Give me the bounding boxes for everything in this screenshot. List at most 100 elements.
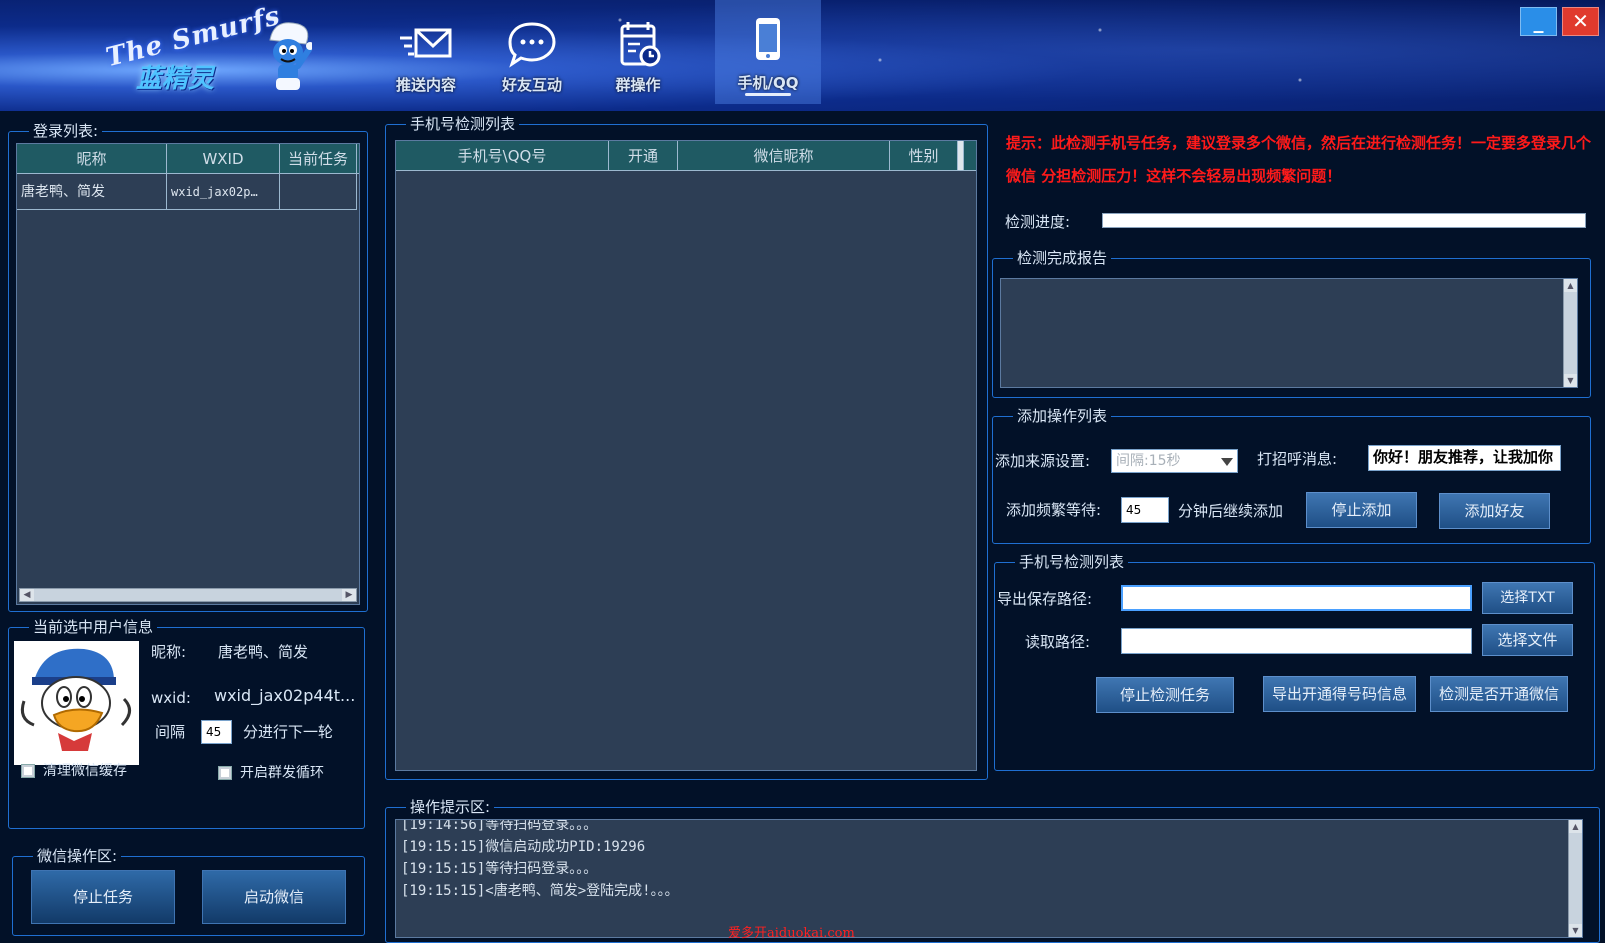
stop-task-button[interactable]: 停止任务 (31, 870, 175, 924)
group-loop-label: 开启群发循环 (240, 765, 324, 781)
tab-label: 群操作 (615, 76, 661, 94)
table-row[interactable]: 唐老鸭、简发 wxid_jax02p… (17, 174, 357, 210)
app-window: The Smurfs 蓝精灵 推送内容 好友互动 群操作 手机/QQ _ ✕ 登… (0, 0, 1605, 943)
log-textarea[interactable]: [19:14:56]等待扫码登录。。。 [19:15:15]微信启动成功PID:… (395, 819, 1583, 938)
log-line: [19:15:15]等待扫码登录。。。 (401, 861, 598, 877)
smartphone-icon (756, 18, 780, 60)
tab-group-operations[interactable]: 群操作 (585, 0, 691, 104)
brand-chinese: 蓝精灵 (136, 64, 215, 94)
export-path-label: 导出保存路径: (997, 590, 1093, 608)
minimize-button[interactable]: _ (1520, 7, 1557, 36)
stop-check-button[interactable]: 停止检测任务 (1096, 677, 1234, 713)
greet-input[interactable]: 你好！朋友推荐，让我加你 (1368, 445, 1561, 471)
current-user-group: 当前选中用户信息 昵称: 唐老鸭、简发 wxid: wxid_jax02p44t… (8, 617, 365, 829)
report-textarea[interactable]: ▲ ▼ (1000, 278, 1578, 388)
freq-suffix: 分钟后继续添加 (1178, 502, 1284, 520)
log-title: 操作提示区: (406, 797, 495, 817)
scroll-down-icon[interactable]: ▼ (1569, 924, 1582, 937)
app-logo: The Smurfs 蓝精灵 (100, 1, 330, 98)
report-group: 检测完成报告 ▲ ▼ (992, 248, 1591, 398)
phone-list-title: 手机号检测列表 (406, 114, 520, 134)
wxid-value: wxid_jax02p44t... (214, 686, 356, 705)
interval-label: 间隔 (155, 723, 186, 741)
vertical-scrollbar[interactable]: ▲ ▼ (1563, 279, 1577, 387)
phone-check-group: 手机号检测列表 导出保存路径: 选择TXT 读取路径: 选择文件 停止检测任务 … (994, 552, 1595, 771)
close-button[interactable]: ✕ (1562, 7, 1599, 36)
paper-plane-icon (400, 28, 452, 58)
read-path-input[interactable] (1121, 628, 1472, 654)
report-title: 检测完成报告 (1013, 248, 1112, 268)
log-line: [19:14:56]等待扫码登录。。。 (401, 819, 598, 833)
freq-input[interactable]: 45 (1121, 497, 1169, 523)
scroll-up-icon[interactable]: ▲ (1564, 279, 1577, 292)
source-select-value: 间隔:15秒 (1116, 453, 1181, 469)
wechat-ops-group: 微信操作区: 停止任务 启动微信 (12, 846, 365, 936)
nickname-label: 昵称: (151, 643, 187, 661)
tab-push-content[interactable]: 推送内容 (373, 0, 479, 104)
scroll-up-icon[interactable]: ▲ (1569, 820, 1582, 833)
freq-label: 添加频繁等待: (1006, 501, 1102, 519)
tab-label: 手机/QQ (737, 74, 799, 92)
horizontal-scrollbar[interactable]: ◀ ▶ (19, 588, 357, 602)
column-header[interactable]: 开通 (609, 141, 678, 170)
progress-label: 检测进度: (1005, 213, 1071, 231)
tab-friend-interaction[interactable]: 好友互动 (479, 0, 585, 104)
tab-label: 好友互动 (501, 76, 562, 94)
phone-list-table[interactable]: 手机号\QQ号 开通 微信昵称 性别 (395, 140, 977, 771)
phone-list-group: 手机号检测列表 手机号\QQ号 开通 微信昵称 性别 (385, 114, 988, 780)
column-header[interactable]: 性别 (890, 141, 958, 170)
export-info-button[interactable]: 导出开通得号码信息 (1263, 676, 1416, 712)
current-user-title: 当前选中用户信息 (29, 617, 158, 637)
log-lines: [19:14:56]等待扫码登录。。。 [19:15:15]微信启动成功PID:… (401, 819, 679, 902)
login-list-title: 登录列表: (29, 121, 103, 141)
column-header[interactable]: 手机号\QQ号 (396, 141, 609, 170)
log-line: [19:15:15]<唐老鸭、简发>登陆完成!。。。 (401, 883, 679, 899)
wxid-label: wxid: (151, 689, 191, 707)
clear-cache-label: 清理微信缓存 (43, 763, 127, 779)
active-tab-indicator (745, 93, 791, 96)
clear-cache-checkbox[interactable] (21, 764, 35, 778)
table-header: 手机号\QQ号 开通 微信昵称 性别 (396, 141, 976, 171)
start-wechat-button[interactable]: 启动微信 (202, 870, 346, 924)
progress-bar (1102, 213, 1586, 228)
table-header: 昵称 WXID 当前任务 (17, 144, 359, 174)
tab-phone-qq[interactable]: 手机/QQ (715, 0, 821, 104)
source-label: 添加来源设置: (995, 452, 1091, 470)
add-ops-group: 添加操作列表 添加来源设置: 间隔:15秒 打招呼消息: 你好！朋友推荐，让我加… (992, 406, 1591, 544)
column-header[interactable]: 昵称 (17, 144, 167, 173)
cell-wxid: wxid_jax02p… (167, 174, 280, 209)
scroll-down-icon[interactable]: ▼ (1564, 374, 1577, 387)
interval-suffix: 分进行下一轮 (243, 723, 334, 741)
login-list-group: 登录列表: 昵称 WXID 当前任务 唐老鸭、简发 wxid_jax02p… ◀… (8, 121, 368, 612)
select-txt-button[interactable]: 选择TXT (1482, 582, 1573, 614)
add-friend-button[interactable]: 添加好友 (1439, 493, 1550, 529)
column-header[interactable]: 微信昵称 (678, 141, 890, 170)
stop-add-button[interactable]: 停止添加 (1306, 492, 1417, 528)
column-header[interactable]: 当前任务 (280, 144, 357, 173)
smurf-mascot-icon (269, 22, 312, 90)
phone-check-title: 手机号检测列表 (1015, 552, 1129, 572)
source-select[interactable]: 间隔:15秒 (1111, 449, 1238, 473)
read-path-label: 读取路径: (1025, 633, 1091, 651)
interval-input[interactable]: 45 (201, 720, 232, 744)
avatar (14, 641, 139, 765)
watermark: 爱多开aiduokai.com (728, 926, 855, 941)
greet-label: 打招呼消息: (1257, 450, 1338, 468)
group-loop-checkbox[interactable] (218, 766, 232, 780)
chevron-down-icon (1221, 458, 1233, 466)
select-file-button[interactable]: 选择文件 (1482, 624, 1573, 656)
check-wechat-button[interactable]: 检测是否开通微信 (1430, 676, 1568, 712)
vertical-scrollbar[interactable]: ▲ ▼ (1568, 820, 1582, 937)
nickname-value: 唐老鸭、简发 (218, 643, 309, 661)
tip-text: 提示：此检测手机号任务，建议登录多个微信，然后在进行检测任务！一定要多登录几个微… (1006, 134, 1592, 185)
scroll-left-icon[interactable]: ◀ (20, 589, 34, 601)
add-ops-title: 添加操作列表 (1013, 406, 1112, 426)
cell-current-task (280, 174, 357, 209)
export-path-input[interactable] (1121, 585, 1472, 611)
wechat-ops-title: 微信操作区: (33, 846, 122, 866)
scroll-right-icon[interactable]: ▶ (342, 589, 356, 601)
log-group: 操作提示区: [19:14:56]等待扫码登录。。。 [19:15:15]微信启… (385, 797, 1600, 943)
column-header[interactable]: WXID (167, 144, 280, 173)
login-list-table[interactable]: 昵称 WXID 当前任务 唐老鸭、简发 wxid_jax02p… ◀ ▶ (16, 143, 360, 605)
log-line: [19:15:15]微信启动成功PID:19296 (401, 839, 646, 855)
